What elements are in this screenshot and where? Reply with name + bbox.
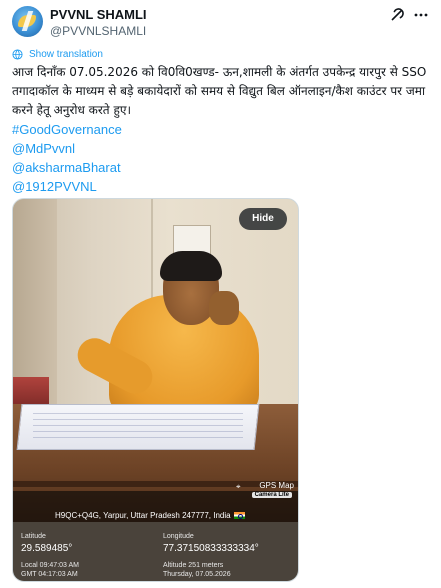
local-time: Local 09:47:03 AM (21, 562, 79, 569)
show-translation-link[interactable]: Show translation (12, 47, 103, 61)
photo-ledger-lines (33, 413, 243, 443)
capture-date: Thursday, 07.05.2026 (163, 571, 231, 578)
avatar[interactable] (12, 6, 43, 37)
longitude-value: 77.37150833333334° (163, 543, 259, 554)
gps-app-name: GPS Map (259, 481, 294, 490)
tweet-text: आज दिनाँक 07.05.2026 को वि0वि0खण्ड- ऊन,श… (12, 65, 427, 117)
gps-app-subname: Camera Lite (251, 492, 292, 498)
photo-files-stack (13, 377, 49, 407)
grok-icon[interactable] (389, 7, 405, 23)
mention-link[interactable]: @MdPvvnl (12, 139, 437, 158)
latitude-label: Latitude (21, 533, 46, 540)
show-translation-label[interactable]: Show translation (29, 49, 103, 60)
gmt-time: GMT 04:17:03 AM (21, 571, 78, 578)
post-header: PVVNL SHAMLI @PVVNLSHAMLI (12, 6, 429, 38)
longitude-label: Longitude (163, 533, 194, 540)
map-pin-icon: ⌖ (236, 482, 241, 491)
hashtag-link[interactable]: #GoodGovernance (12, 120, 437, 139)
india-flag-icon (233, 512, 245, 520)
account-handle[interactable]: @PVVNLSHAMLI (50, 24, 146, 38)
mention-link[interactable]: @aksharmaBharat (12, 158, 437, 177)
gps-map-camera-logo: ⌖ GPS Map Camera Lite (236, 481, 294, 503)
more-options-icon[interactable] (413, 7, 429, 23)
photo-person-hand-phone (209, 291, 239, 325)
account-name[interactable]: PVVNL SHAMLI (50, 7, 147, 22)
tweet-body: आज दिनाँक 07.05.2026 को वि0वि0खण्ड- ऊन,श… (12, 63, 437, 196)
hide-media-button[interactable]: Hide (239, 208, 287, 230)
mention-link[interactable]: @1912PVVNL (12, 177, 437, 196)
attached-photo[interactable]: Hide ⌖ GPS Map Camera Lite H9QC+Q4G, Yar… (12, 198, 299, 582)
photo-person-hair (160, 251, 222, 281)
translate-icon (12, 48, 23, 60)
altitude: Altitude 251 meters (163, 562, 224, 569)
gps-address-text: H9QC+Q4G, Yarpur, Uttar Pradesh 247777, … (55, 511, 231, 520)
latitude-value: 29.589485° (21, 543, 73, 554)
gps-address: H9QC+Q4G, Yarpur, Uttar Pradesh 247777, … (55, 511, 245, 520)
